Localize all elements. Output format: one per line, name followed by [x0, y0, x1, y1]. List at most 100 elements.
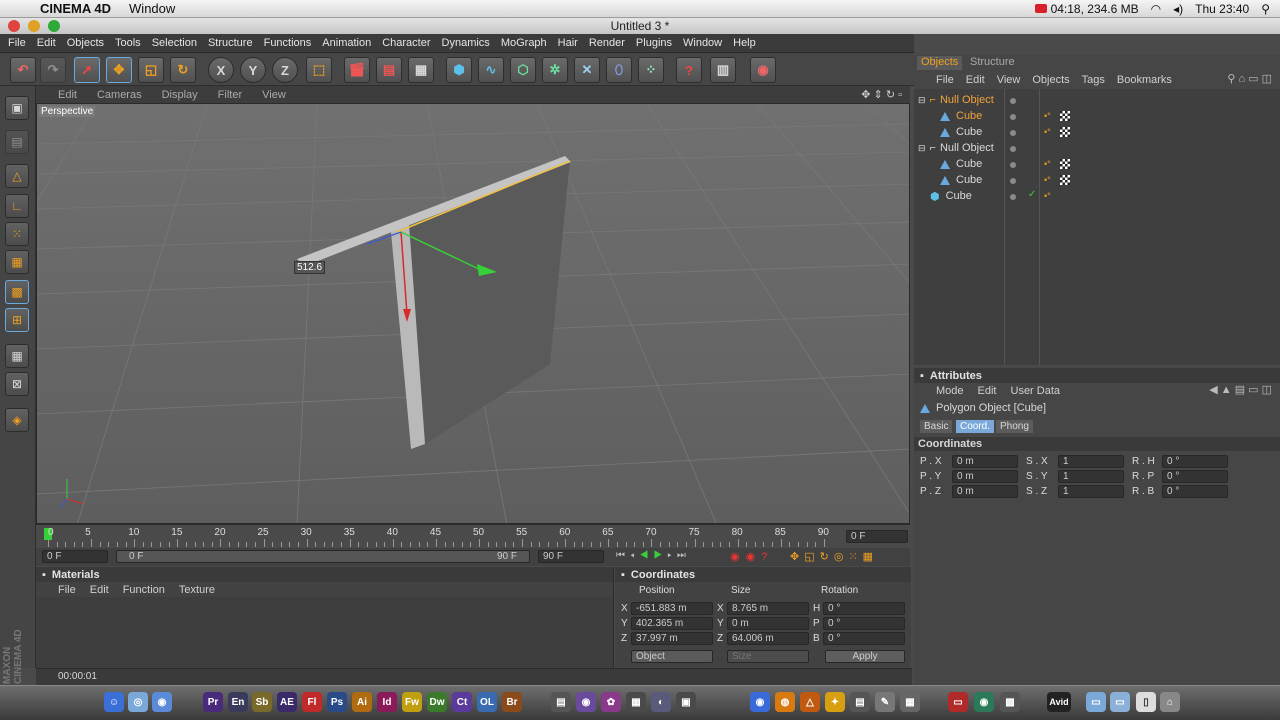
param-key-icon[interactable]: ◎	[834, 551, 849, 563]
keyframe-selection-icon[interactable]: ?	[761, 551, 773, 563]
objects-menu-objects[interactable]: Objects	[1032, 74, 1069, 86]
cinema4d-dock-icon[interactable]: ◉	[750, 692, 770, 712]
size-y-field[interactable]: 0 m	[727, 617, 809, 630]
volume-icon[interactable]: ◂)	[1173, 2, 1183, 16]
visibility-dot[interactable]	[1010, 98, 1016, 104]
live-selection-button[interactable]: ➚	[74, 57, 100, 83]
menu-window[interactable]: Window	[683, 37, 722, 49]
menu-file[interactable]: File	[8, 37, 26, 49]
current-frame-field[interactable]: 0 F	[846, 530, 908, 543]
dock-contribute-icon[interactable]: Ct	[452, 692, 472, 712]
screen-app-icon[interactable]: ▩	[1000, 692, 1020, 712]
dock-bridge-icon[interactable]: Br	[502, 692, 522, 712]
phong-tag-icon[interactable]: •°	[1044, 111, 1052, 121]
objects-menu-view[interactable]: View	[997, 74, 1021, 86]
window-menu[interactable]: Window	[129, 1, 175, 16]
rotate-tool-button[interactable]: ↻	[170, 57, 196, 83]
use-texture-button[interactable]: △	[5, 164, 29, 188]
collapse-icon[interactable]: ⊟	[918, 143, 926, 154]
add-array-button[interactable]: ✲	[542, 57, 568, 83]
scale-key-icon[interactable]: ◱	[804, 551, 819, 563]
phong-tag-icon[interactable]: •°	[1044, 191, 1052, 201]
viewport-menu-edit[interactable]: Edit	[58, 89, 77, 101]
size-mode-dropdown[interactable]: Size	[727, 650, 809, 663]
pos-x-field[interactable]: -651.883 m	[631, 602, 713, 615]
viewport-menu-cameras[interactable]: Cameras	[97, 89, 142, 101]
menu-edit[interactable]: Edit	[37, 37, 56, 49]
dock-avid-icon[interactable]: Avid	[1047, 692, 1071, 712]
scale-tool-button[interactable]: ◱	[138, 57, 164, 83]
tree-item-null-object-2[interactable]: ⊟ ⌐ Null Object	[918, 140, 994, 156]
app-name-menu[interactable]: CINEMA 4D	[40, 1, 111, 16]
menu-animation[interactable]: Animation	[322, 37, 371, 49]
viewport-scene[interactable]	[37, 104, 910, 524]
tab-basic[interactable]: Basic	[920, 420, 953, 433]
attributes-menu-edit[interactable]: Edit	[978, 385, 997, 397]
record-keys-icon[interactable]: ◉	[730, 551, 746, 563]
viewport-menu-display[interactable]: Display	[162, 89, 198, 101]
viewport-menu-view[interactable]: View	[262, 89, 286, 101]
attr-rot-p-field[interactable]: 0 °	[1162, 470, 1228, 483]
clock[interactable]: Thu 23:40	[1195, 2, 1249, 16]
objects-menu-tags[interactable]: Tags	[1082, 74, 1105, 86]
attr-scale-x-field[interactable]: 1	[1058, 455, 1124, 468]
remote-app-icon[interactable]: ▭	[948, 692, 968, 712]
play-icon[interactable]: ▶	[653, 550, 667, 561]
objects-menu-edit[interactable]: Edit	[966, 74, 985, 86]
dock-encore-icon[interactable]: En	[228, 692, 248, 712]
recording-indicator[interactable]: 04:18, 234.6 MB	[1034, 2, 1139, 16]
texture-tag-icon[interactable]	[1060, 175, 1070, 185]
redo-button[interactable]: ↷	[40, 57, 66, 83]
attr-scale-z-field[interactable]: 1	[1058, 485, 1124, 498]
phong-tag-icon[interactable]: •°	[1044, 175, 1052, 185]
object-tree[interactable]: ⊟ ⌐ Null Object Cube Cube ⊟ ⌐ Null Objec…	[914, 89, 1280, 365]
zoom-window-icon[interactable]	[48, 20, 60, 32]
attributes-menu-user-data[interactable]: User Data	[1011, 385, 1061, 397]
enabled-check-icon[interactable]: ✓	[1028, 189, 1036, 200]
end-frame-field[interactable]: 90 F	[538, 550, 604, 563]
size-x-field[interactable]: 8.765 m	[727, 602, 809, 615]
frame-range-slider[interactable]: 0 F 90 F	[116, 550, 530, 563]
folder-icon[interactable]: ▭	[1086, 692, 1106, 712]
visibility-dot[interactable]	[1010, 114, 1016, 120]
materials-menu-function[interactable]: Function	[123, 584, 165, 596]
record-controls[interactable]: ◉◉?	[730, 550, 773, 563]
play-back-icon[interactable]: ◀	[640, 550, 654, 561]
safari-icon[interactable]: ◎	[128, 692, 148, 712]
tab-structure[interactable]: Structure	[964, 56, 1021, 70]
visibility-dot[interactable]	[1010, 178, 1016, 184]
attr-rot-b-field[interactable]: 0 °	[1162, 485, 1228, 498]
materials-menu-edit[interactable]: Edit	[90, 584, 109, 596]
finder-icon[interactable]: ☺	[104, 692, 124, 712]
objects-menu-bookmarks[interactable]: Bookmarks	[1117, 74, 1172, 86]
sculpt-button[interactable]: ◈	[5, 408, 29, 432]
polygons-mode-button[interactable]: ▩	[5, 280, 29, 304]
menu-tools[interactable]: Tools	[115, 37, 141, 49]
calculator-icon[interactable]: ▤	[850, 692, 870, 712]
y-axis-button[interactable]: Y	[240, 57, 266, 83]
timeline-ruler[interactable]: 0 5 10 15 20 25 30 35 40 45 50 55 60 65 70 75 80 85 90 0 F	[36, 524, 910, 548]
use-model-button[interactable]: ▣	[5, 96, 29, 120]
autokey-icon[interactable]: ◉	[746, 551, 762, 563]
add-scene-button[interactable]: ⬯	[606, 57, 632, 83]
timemachine-icon[interactable]: ◉	[974, 692, 994, 712]
trash-icon[interactable]: ⌂	[1160, 692, 1180, 712]
menu-plugins[interactable]: Plugins	[636, 37, 672, 49]
key-type-controls[interactable]: ✥◱↻◎⁙▦	[790, 550, 878, 563]
texture-tag-icon[interactable]	[1060, 159, 1070, 169]
motion-app-icon[interactable]: ◐	[651, 692, 671, 712]
position-key-icon[interactable]: ✥	[790, 551, 804, 563]
add-nurbs-button[interactable]: ⬡	[510, 57, 536, 83]
dock-photoshop-icon[interactable]: Ps	[327, 692, 347, 712]
dock-dreamweaver-icon[interactable]: Dw	[427, 692, 447, 712]
dock-flash-icon[interactable]: Fl	[302, 692, 322, 712]
dock-illustrator-icon[interactable]: Ai	[352, 692, 372, 712]
points-mode-button[interactable]: ⁙	[5, 222, 29, 246]
add-spline-button[interactable]: ∿	[478, 57, 504, 83]
rotation-key-icon[interactable]: ↻	[820, 551, 834, 563]
pla-key-icon[interactable]: ⁙	[848, 551, 862, 563]
texture-tag-icon[interactable]	[1060, 111, 1070, 121]
dock-premiere-icon[interactable]: Pr	[203, 692, 223, 712]
utility-app-icon[interactable]: ▦	[900, 692, 920, 712]
pencil-app-icon[interactable]: ✎	[875, 692, 895, 712]
